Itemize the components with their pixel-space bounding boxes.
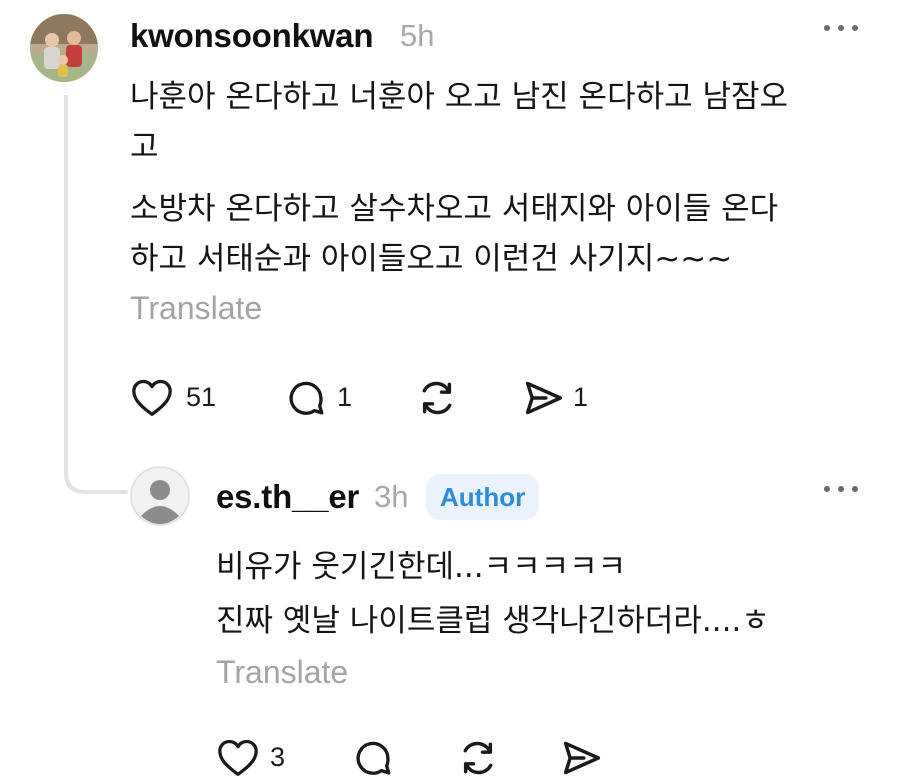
reply-share-button[interactable] [560,738,604,778]
share-count: 1 [573,382,589,412]
reply-translate-link[interactable]: Translate [216,654,348,691]
repost-icon [422,381,452,415]
repost-button[interactable] [415,378,459,418]
comment-line: 나훈아 온다하고 너훈아 오고 남진 온다하고 남잠오 [130,79,789,115]
reply-repost-button[interactable] [456,738,500,778]
reply-count: 1 [337,382,353,412]
default-avatar-icon [130,466,190,526]
comment-icon [356,741,391,775]
like-count: 51 [186,382,217,412]
heart-icon [132,379,172,416]
comment-icon [289,381,324,415]
more-icon [824,25,858,31]
thread-line [64,95,128,494]
more-icon [824,486,858,492]
reply-line: 진짜 옛날 나이트클럽 생각나긴하더라....ㅎ [216,603,770,639]
reply-username[interactable]: es.th__er [216,478,359,516]
profile-photo [30,14,98,82]
more-options-button[interactable] [822,22,860,34]
reply-like-button[interactable] [216,737,260,777]
reply-text: 비유가 웃기긴한데...ㅋㅋㅋㅋㅋ 진짜 옛날 나이트클럽 생각나긴하더라...… [216,540,886,648]
heart-icon [218,739,258,776]
comment-line: 하고 서태순과 아이들오고 이런건 사기지~~~ [130,241,733,277]
repost-icon [463,741,493,775]
reply-avatar[interactable] [130,466,190,526]
comment-username[interactable]: kwonsoonkwan [130,17,373,55]
comment-text: 나훈아 온다하고 너훈아 오고 남진 온다하고 남잠오 고 소방차 온다하고 살… [130,72,890,284]
reply-timestamp: 3h [374,479,409,514]
author-badge: Author [426,474,540,520]
reply-button[interactable] [285,377,327,419]
share-button[interactable] [522,378,566,418]
reply-reply-button[interactable] [352,737,394,779]
comment-line: 소방차 온다하고 살수차오고 서태지와 아이들 온다 [130,191,779,227]
share-icon [563,741,601,775]
reply-like-count: 3 [270,742,286,772]
comment-line: 고 [130,129,159,165]
reply-line: 비유가 웃기긴한데...ㅋㅋㅋㅋㅋ [216,549,627,585]
translate-link[interactable]: Translate [130,290,262,327]
comment-timestamp: 5h [400,18,435,53]
like-button[interactable] [130,377,174,417]
share-icon [525,381,563,415]
reply-more-options-button[interactable] [822,483,860,495]
avatar[interactable] [30,14,98,82]
